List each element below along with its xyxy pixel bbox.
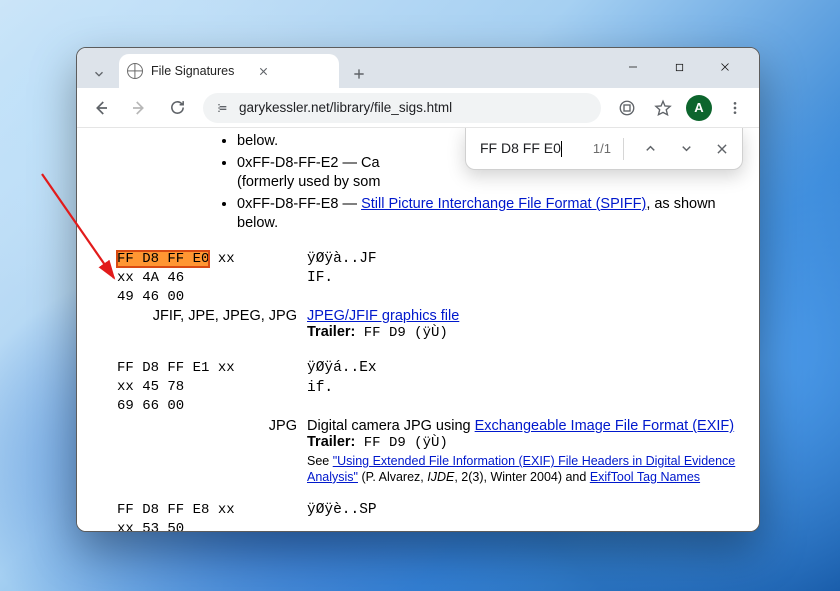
window-controls: [611, 52, 751, 88]
window-maximize-button[interactable]: [657, 52, 701, 82]
spiff-link[interactable]: Still Picture Interchange File Format (S…: [361, 196, 646, 212]
tab-close-button[interactable]: [254, 62, 272, 80]
signature-detail: JPG Digital camera JPG using Exchangeabl…: [117, 418, 745, 485]
tab-active[interactable]: File Signatures: [119, 54, 339, 88]
separator: [623, 138, 624, 160]
forward-button[interactable]: [123, 92, 155, 124]
avatar-initial: A: [694, 100, 703, 115]
ascii-repr: ÿØÿá..Ex if.: [307, 359, 745, 398]
profile-button[interactable]: A: [683, 92, 715, 124]
hex-bytes: FF D8 FF E8 xx xx 53 50: [117, 501, 297, 531]
browser-toolbar: garykessler.net/library/file_sigs.html A: [77, 88, 759, 128]
tab-search-button[interactable]: [85, 60, 113, 88]
find-in-page-bar: FF D8 FF E0 1/1: [465, 128, 743, 170]
trailer-label: Trailer:: [307, 324, 355, 340]
reload-button[interactable]: [161, 92, 193, 124]
description: Digital camera JPG using Exchangeable Im…: [307, 418, 745, 485]
extension-label: JPG: [117, 418, 297, 434]
find-query-text[interactable]: FF D8 FF E0: [480, 140, 585, 157]
avatar: A: [686, 95, 712, 121]
hex-bytes: FF D8 FF E0 xx xx 4A 46 49 46 00: [117, 250, 297, 307]
address-bar[interactable]: garykessler.net/library/file_sigs.html: [203, 93, 601, 123]
exiftool-link[interactable]: ExifTool Tag Names: [590, 470, 700, 484]
signature-row: FF D8 FF E1 xx xx 45 78 69 66 00 ÿØÿá..E…: [117, 359, 745, 416]
find-close-button[interactable]: [708, 135, 736, 163]
window-close-button[interactable]: [703, 52, 747, 82]
window-minimize-button[interactable]: [611, 52, 655, 82]
highlighted-bytes: FF D8 FF E0: [117, 251, 209, 267]
browser-window: File Signatures: [76, 47, 760, 532]
description: JPEG/JFIF graphics file Trailer: FF D9 (…: [307, 308, 745, 343]
new-tab-button[interactable]: [345, 60, 373, 88]
tab-strip: File Signatures: [77, 48, 759, 88]
list-item: 0xFF-D8-FF-E8 — Still Picture Interchang…: [237, 195, 745, 234]
ascii-repr: ÿØÿè..SP: [307, 501, 745, 521]
extension-label: JFIF, JPE, JPEG, JPG: [117, 308, 297, 324]
url-text: garykessler.net/library/file_sigs.html: [239, 100, 452, 115]
trailer-label: Trailer:: [307, 434, 355, 450]
globe-icon: [127, 63, 143, 79]
page-content[interactable]: FF D8 FF E0 1/1 below. 0xFF-D8-FF-E2 — C…: [77, 128, 759, 531]
find-prev-button[interactable]: [636, 135, 664, 163]
exif-link[interactable]: Exchangeable Image File Format (EXIF): [475, 418, 735, 434]
jfif-link[interactable]: JPEG/JFIF graphics file: [307, 308, 459, 324]
find-next-button[interactable]: [672, 135, 700, 163]
tab-title: File Signatures: [151, 64, 234, 78]
reader-mode-icon[interactable]: [611, 92, 643, 124]
browser-menu-button[interactable]: [719, 92, 751, 124]
signature-row: FF D8 FF E8 xx xx 53 50 ÿØÿè..SP: [117, 501, 745, 531]
back-button[interactable]: [85, 92, 117, 124]
find-match-count: 1/1: [593, 141, 611, 156]
hex-bytes: FF D8 FF E1 xx xx 45 78 69 66 00: [117, 359, 297, 416]
signature-detail: JFIF, JPE, JPEG, JPG JPEG/JFIF graphics …: [117, 308, 745, 343]
ascii-repr: ÿØÿà..JF IF.: [307, 250, 745, 289]
bookmark-button[interactable]: [647, 92, 679, 124]
site-settings-icon: [215, 100, 231, 116]
signature-row: FF D8 FF E0 xx xx 4A 46 49 46 00 ÿØÿà..J…: [117, 250, 745, 307]
